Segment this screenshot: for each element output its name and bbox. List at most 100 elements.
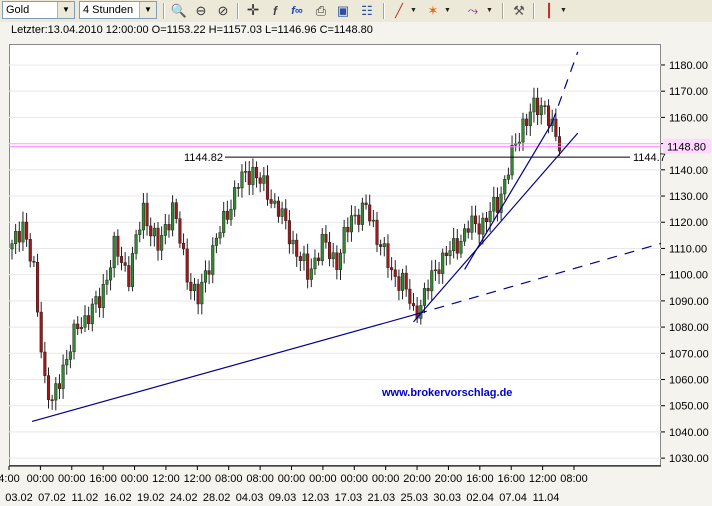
candle-body (79, 326, 83, 330)
x-time-label: 08:00 (215, 473, 243, 485)
candle-body (368, 204, 372, 222)
x-date-label: 07.04 (499, 492, 527, 504)
candle-body (101, 284, 105, 308)
candle-body (422, 288, 426, 306)
candle-body (203, 270, 207, 283)
candle-body (141, 202, 145, 231)
candle-body (484, 217, 489, 223)
candle-body (36, 262, 40, 313)
candle-body (342, 226, 346, 254)
candle-body (317, 257, 321, 261)
candle-body (222, 210, 226, 233)
candle-body (171, 202, 175, 231)
candle-body (543, 105, 547, 107)
candle-body (130, 253, 134, 287)
candle-body (182, 242, 186, 250)
last-price-label: 1148.80 (667, 142, 706, 154)
x-time-label: 00:00 (309, 473, 337, 485)
candle-body (433, 269, 437, 272)
x-time-label: 08:00 (246, 473, 274, 485)
candle-body (72, 323, 76, 353)
candle-body (364, 202, 368, 206)
candle-body (94, 296, 98, 305)
candle-body (138, 229, 142, 235)
candle-body (477, 223, 481, 235)
x-time-label: 00:00 (27, 473, 55, 485)
candle-body (167, 224, 171, 231)
candle-body (444, 252, 448, 257)
candle-body (240, 171, 244, 189)
trendline (413, 153, 560, 323)
candle-body (196, 283, 200, 305)
candle-body (390, 267, 394, 271)
candle-body (353, 214, 357, 217)
candle-body (411, 303, 416, 307)
y-tick-label: 1130.00 (669, 191, 708, 203)
candle-body (309, 268, 313, 280)
candle-body (229, 208, 233, 220)
candle-body (426, 288, 430, 292)
candle-body (401, 272, 405, 291)
candle-body (127, 265, 131, 287)
y-tick-label: 1160.00 (669, 112, 708, 124)
candle-body (306, 253, 310, 280)
candle-body (43, 351, 47, 376)
x-date-label: 11.02 (72, 492, 99, 504)
candle-body (346, 226, 350, 233)
candle-body (163, 224, 167, 236)
x-time-label: 12:00 (152, 473, 180, 485)
candle-body (17, 231, 21, 243)
y-tick-label: 1120.00 (669, 217, 708, 229)
candle-body (116, 235, 120, 257)
candle-body (510, 144, 514, 176)
candle-body (200, 281, 204, 305)
candle-body (371, 219, 375, 222)
x-time-label: 12:00 (184, 473, 212, 485)
x-date-label: 12.03 (302, 492, 330, 504)
candle-body (156, 227, 160, 251)
candle-body (437, 269, 441, 274)
y-tick-label: 1060.00 (669, 375, 709, 387)
x-date-label: 16.02 (104, 492, 132, 504)
x-time-label: 00:00 (341, 473, 369, 485)
candle-body (218, 232, 222, 239)
x-time-label: 16:00 (89, 473, 117, 485)
y-tick-label: 1030.00 (669, 453, 709, 465)
x-time-label: 20:00 (435, 473, 463, 485)
candle-body (452, 238, 456, 251)
x-time-label: 16:00 (497, 473, 525, 485)
candle-body (39, 311, 43, 353)
candle-body (554, 118, 558, 137)
candle-body (360, 202, 364, 225)
candle-body (65, 359, 69, 366)
chart-grid (9, 64, 661, 459)
candle-body (349, 215, 353, 233)
candle-body (21, 221, 25, 243)
candle-body (214, 237, 218, 246)
candle-body (46, 375, 51, 400)
x-date-label: 11.04 (533, 492, 560, 504)
candle-body (50, 399, 54, 401)
candle-body (430, 270, 434, 292)
price-chart[interactable]: 1144.82 1144.7 1030.00 1040.00 1050.00 1060.… (0, 0, 712, 506)
candle-body (160, 235, 164, 251)
candle-body (14, 231, 18, 244)
candle-body (211, 245, 215, 275)
candle-body (185, 248, 189, 283)
candle-body (525, 118, 529, 126)
x-date-label: 17.03 (335, 492, 363, 504)
candle-body (463, 228, 467, 242)
x-date-label: 19.02 (137, 492, 165, 504)
candle-body (61, 364, 65, 389)
candle-body (408, 288, 412, 304)
x-time-label: 4:00 (0, 473, 20, 485)
y-tick-label: 1180.00 (669, 60, 708, 72)
candle-body (488, 210, 492, 223)
x-date-label: 24.02 (170, 492, 198, 504)
x-date-label: 07.02 (38, 492, 66, 504)
candle-body (251, 166, 255, 185)
candle-body (466, 228, 470, 233)
candle-body (87, 315, 91, 325)
candle-body (10, 243, 14, 250)
candle-body (324, 233, 328, 243)
